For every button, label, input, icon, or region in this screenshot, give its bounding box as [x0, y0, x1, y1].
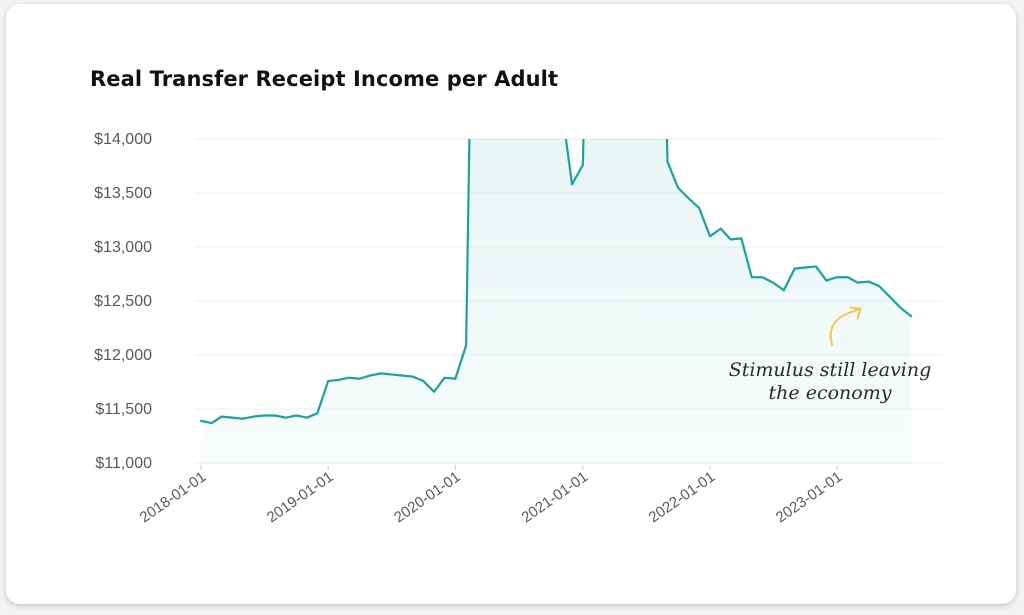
- y-tick-label: $11,500: [95, 401, 152, 418]
- y-tick-label: $13,500: [94, 185, 152, 202]
- annotation-text: the economy: [769, 382, 892, 404]
- x-tick-label: 2020-01-01: [391, 468, 464, 526]
- x-tick-label: 2021-01-01: [519, 468, 592, 526]
- x-tick-label: 2023-01-01: [773, 468, 846, 526]
- x-axis: 2018-01-01 2019-01-01 2020-01-01 2021-01-01…: [137, 465, 846, 526]
- y-tick-label: $14,000: [94, 131, 152, 148]
- x-tick-label: 2022-01-01: [646, 468, 719, 526]
- line-chart: $11,000 $11,500 $12,000 $12,500 $13,000 $13,5…: [94, 131, 942, 526]
- y-axis: $11,000 $11,500 $12,000 $12,500 $13,000 $13,5…: [94, 131, 152, 472]
- x-tick-label: 2018-01-01: [137, 468, 210, 526]
- y-tick-label: $12,500: [94, 293, 152, 310]
- y-tick-label: $11,000: [95, 455, 152, 472]
- x-tick-label: 2019-01-01: [264, 468, 337, 526]
- annotation-text: Stimulus still leaving: [729, 359, 932, 381]
- y-tick-label: $13,000: [94, 239, 152, 256]
- y-tick-label: $12,000: [94, 347, 152, 364]
